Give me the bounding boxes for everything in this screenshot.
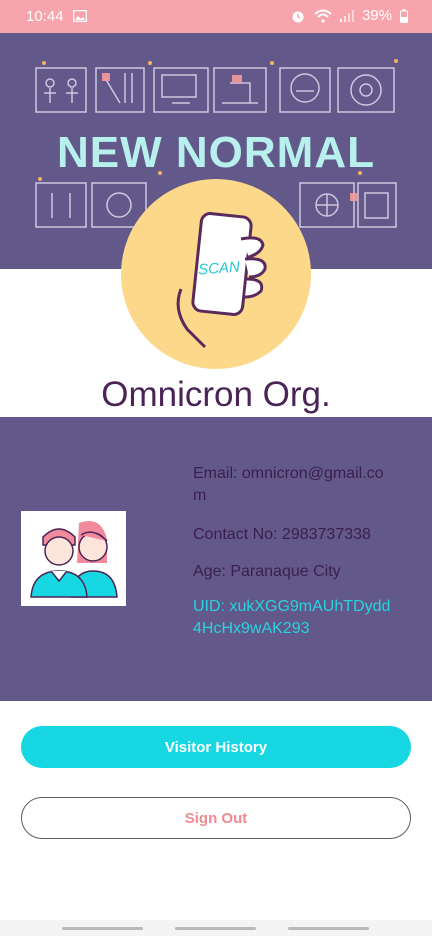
people-avatar-icon xyxy=(30,521,118,598)
uid-text: UID: xukXGG9mAUhTDydd4HcHx9wAK293 xyxy=(193,598,391,637)
avatar xyxy=(21,511,126,606)
alarm-icon xyxy=(292,11,304,22)
navigation-bar xyxy=(0,920,432,936)
battery-icon xyxy=(400,8,408,23)
banner-title: NEW NORMAL xyxy=(57,128,375,177)
nav-home-handle[interactable] xyxy=(175,927,256,930)
scan-logo: SCAN xyxy=(121,179,311,369)
scan-text: SCAN xyxy=(198,259,241,279)
status-icons: 39% xyxy=(290,7,408,24)
age-text: Age: Paranaque City xyxy=(193,563,341,580)
image-icon xyxy=(73,10,87,22)
wifi-icon xyxy=(314,9,332,23)
phone-scan-icon: SCAN xyxy=(176,212,267,349)
organization-info-panel: Email: omnicron@gmail.com Contact No: 29… xyxy=(0,417,432,701)
contact-text: Contact No: 2983737338 xyxy=(193,526,371,543)
signal-icon xyxy=(339,9,354,22)
email-text: Email: omnicron@gmail.com xyxy=(193,465,384,504)
status-bar: 10:44 39% xyxy=(0,0,432,33)
nav-back-handle[interactable] xyxy=(288,927,369,930)
organization-name: Omnicron Org. xyxy=(101,375,331,414)
battery-percent: 39% xyxy=(361,7,392,24)
visitor-history-button[interactable]: Visitor History xyxy=(21,726,411,768)
nav-recents-handle[interactable] xyxy=(62,927,143,930)
sign-out-button[interactable]: Sign Out xyxy=(21,797,411,839)
status-time: 10:44 xyxy=(26,8,64,25)
